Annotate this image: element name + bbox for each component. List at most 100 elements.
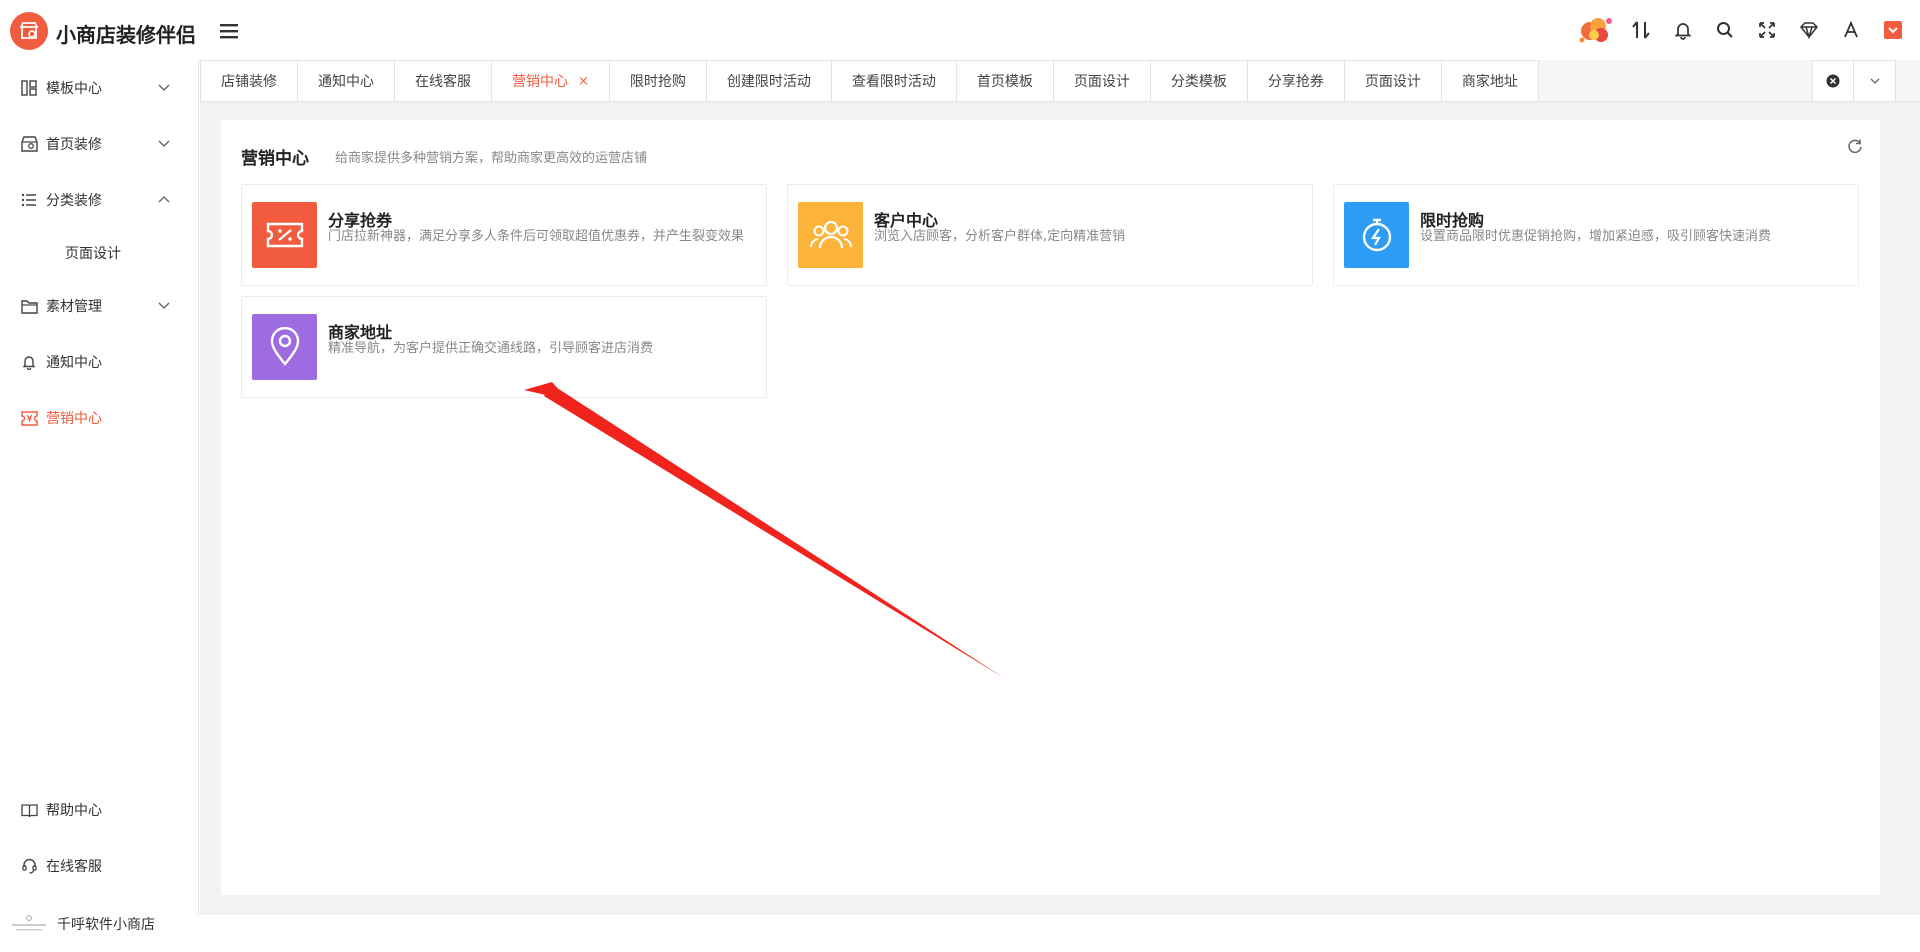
- chevron-down-icon: [158, 302, 170, 309]
- tab-label: 首页模板: [976, 74, 1033, 90]
- sidebar-item-label: 营销中心: [46, 411, 102, 427]
- font-button[interactable]: [1830, 9, 1872, 51]
- sidebar-item-home-decor[interactable]: 首页装修: [0, 116, 199, 172]
- tab-home-template[interactable]: 首页模板: [956, 60, 1054, 102]
- tab-marketing-center[interactable]: 营销中心 ×: [492, 60, 610, 102]
- sidebar-item-label: 帮助中心: [46, 803, 102, 819]
- sidebar-item-label: 分类装修: [46, 193, 102, 209]
- sidebar-item-label: 千呼软件小商店: [57, 917, 155, 933]
- card-description: 浏览入店顾客，分析客户群体,定向精准营销: [874, 229, 1126, 244]
- tab-label: 店铺装修: [221, 74, 277, 90]
- sidebar-item-materials[interactable]: 素材管理: [0, 278, 199, 334]
- theme-button[interactable]: [1872, 9, 1914, 51]
- chevron-down-icon: [158, 84, 170, 91]
- tab-label: 分类模板: [1170, 74, 1227, 90]
- tab-label: 分享抢券: [1267, 74, 1324, 90]
- main-area: 营销中心 给商家提供多种营销方案，帮助商家更高效的运营店铺 分享抢券 门店拉新神…: [200, 102, 1920, 915]
- sidebar-item-label: 首页装修: [46, 137, 102, 153]
- tab-label: 营销中心: [512, 74, 568, 90]
- tab-view-flash-activity[interactable]: 查看限时活动: [831, 60, 957, 102]
- location-icon-box: [252, 314, 317, 380]
- theme-icon: [1884, 21, 1902, 39]
- card-merchant-address[interactable]: 商家地址 精准导航，为客户提供正确交通线路，引导顾客进店消费: [241, 296, 767, 398]
- tab-merchant-address[interactable]: 商家地址: [1441, 60, 1539, 102]
- tab-flash-sale[interactable]: 限时抢购: [609, 60, 707, 102]
- top-header: 小商店装修伴侣: [0, 0, 1920, 60]
- brand-logo: [10, 913, 48, 935]
- tab-close-icon[interactable]: ×: [578, 74, 589, 89]
- fullscreen-button[interactable]: [1746, 9, 1788, 51]
- header-toolbar: [1570, 0, 1920, 60]
- tab-notification-center[interactable]: 通知中心: [298, 60, 395, 102]
- tab-create-flash-activity[interactable]: 创建限时活动: [706, 60, 832, 102]
- close-circle-icon: [1826, 74, 1840, 88]
- sidebar-item-category-decor[interactable]: 分类装修: [0, 172, 199, 228]
- sidebar-item-brand[interactable]: 千呼软件小商店: [0, 896, 199, 952]
- book-icon: [21, 801, 39, 819]
- sidebar-item-online-service[interactable]: 在线客服: [0, 838, 199, 894]
- tab-shop-decor[interactable]: 店铺装修: [200, 60, 298, 102]
- sidebar-item-marketing-center[interactable]: 营销中心: [0, 390, 199, 446]
- card-description: 门店拉新神器，满足分享多人条件后可领取超值优惠券，并产生裂变效果: [328, 229, 745, 244]
- page-title: 营销中心: [241, 149, 309, 169]
- tab-dropdown-button[interactable]: [1854, 61, 1895, 101]
- tab-label: 商家地址: [1461, 74, 1518, 90]
- diamond-icon: [1799, 22, 1819, 39]
- avatar-flower-icon: [1579, 18, 1612, 43]
- tab-label: 在线客服: [415, 74, 471, 90]
- vip-button[interactable]: [1788, 9, 1830, 51]
- app-logo[interactable]: [10, 12, 48, 50]
- tab-label: 创建限时活动: [726, 74, 811, 90]
- users-icon-box: [798, 202, 863, 268]
- tab-label: 页面设计: [1364, 74, 1421, 90]
- tab-online-service[interactable]: 在线客服: [395, 60, 492, 102]
- sidebar-subitem-page-design[interactable]: 页面设计: [0, 225, 199, 281]
- tab-label: 通知中心: [318, 74, 374, 90]
- bell-icon: [21, 353, 39, 371]
- coupon-icon: [266, 222, 303, 248]
- folder-icon: [21, 297, 39, 315]
- stopwatch-icon-box: [1344, 202, 1409, 268]
- menu-toggle-button[interactable]: [218, 20, 240, 42]
- tab-share-coupon[interactable]: 分享抢券: [1247, 60, 1345, 102]
- content-panel: 营销中心 给商家提供多种营销方案，帮助商家更高效的运营店铺 分享抢券 门店拉新神…: [221, 120, 1880, 895]
- tab-label: 查看限时活动: [851, 74, 936, 90]
- tab-page-design[interactable]: 页面设计: [1053, 60, 1151, 102]
- sidebar-item-label: 在线客服: [46, 859, 102, 875]
- refresh-icon[interactable]: [1846, 138, 1864, 156]
- location-icon: [270, 327, 299, 366]
- sidebar-item-label: 素材管理: [46, 299, 102, 315]
- close-tabs-button[interactable]: [1813, 61, 1855, 101]
- page-description: 给商家提供多种营销方案，帮助商家更高效的运营店铺: [335, 151, 648, 166]
- list-icon: [21, 191, 39, 209]
- sort-button[interactable]: [1620, 9, 1662, 51]
- tab-page-design-2[interactable]: 页面设计: [1344, 60, 1442, 102]
- tab-controls: [1812, 60, 1896, 102]
- headset-icon: [21, 857, 39, 875]
- card-flash-sale[interactable]: 限时抢购 设置商品限时优惠促销抢购，增加紧迫感，吸引顾客快速消费: [1333, 184, 1859, 286]
- sidebar-item-label: 页面设计: [65, 246, 121, 262]
- tab-list: 店铺装修 通知中心 在线客服 营销中心 × 限时抢购 创建限时活动 查看限时活动…: [200, 60, 1539, 102]
- ticket-icon: [21, 409, 39, 427]
- search-button[interactable]: [1704, 9, 1746, 51]
- user-avatar[interactable]: [1570, 9, 1620, 51]
- sort-icon: [1632, 21, 1650, 39]
- shop-icon: [19, 22, 39, 39]
- notification-button[interactable]: [1662, 9, 1704, 51]
- tab-bar: 店铺装修 通知中心 在线客服 营销中心 × 限时抢购 创建限时活动 查看限时活动…: [200, 60, 1920, 102]
- fullscreen-icon: [1759, 22, 1775, 38]
- template-icon: [21, 79, 39, 97]
- card-customer-center[interactable]: 客户中心 浏览入店顾客，分析客户群体,定向精准营销: [787, 184, 1313, 286]
- sidebar-item-notification-center[interactable]: 通知中心: [0, 334, 199, 390]
- tab-label: 限时抢购: [629, 74, 686, 90]
- sidebar-item-help-center[interactable]: 帮助中心: [0, 782, 199, 838]
- sidebar-item-label: 模板中心: [46, 81, 102, 97]
- card-share-coupon[interactable]: 分享抢券 门店拉新神器，满足分享多人条件后可领取超值优惠券，并产生裂变效果: [241, 184, 767, 286]
- search-icon: [1717, 22, 1733, 38]
- sidebar-item-template-center[interactable]: 模板中心: [0, 60, 199, 116]
- bell-icon: [1674, 23, 1692, 40]
- sidebar-item-label: 通知中心: [46, 355, 102, 371]
- sidebar: 模板中心 首页装修 分类装修 页面设计 素材管理 通知中心 营销中心 帮助中心 …: [0, 60, 199, 933]
- tab-category-template[interactable]: 分类模板: [1150, 60, 1248, 102]
- home-decor-icon: [21, 135, 39, 153]
